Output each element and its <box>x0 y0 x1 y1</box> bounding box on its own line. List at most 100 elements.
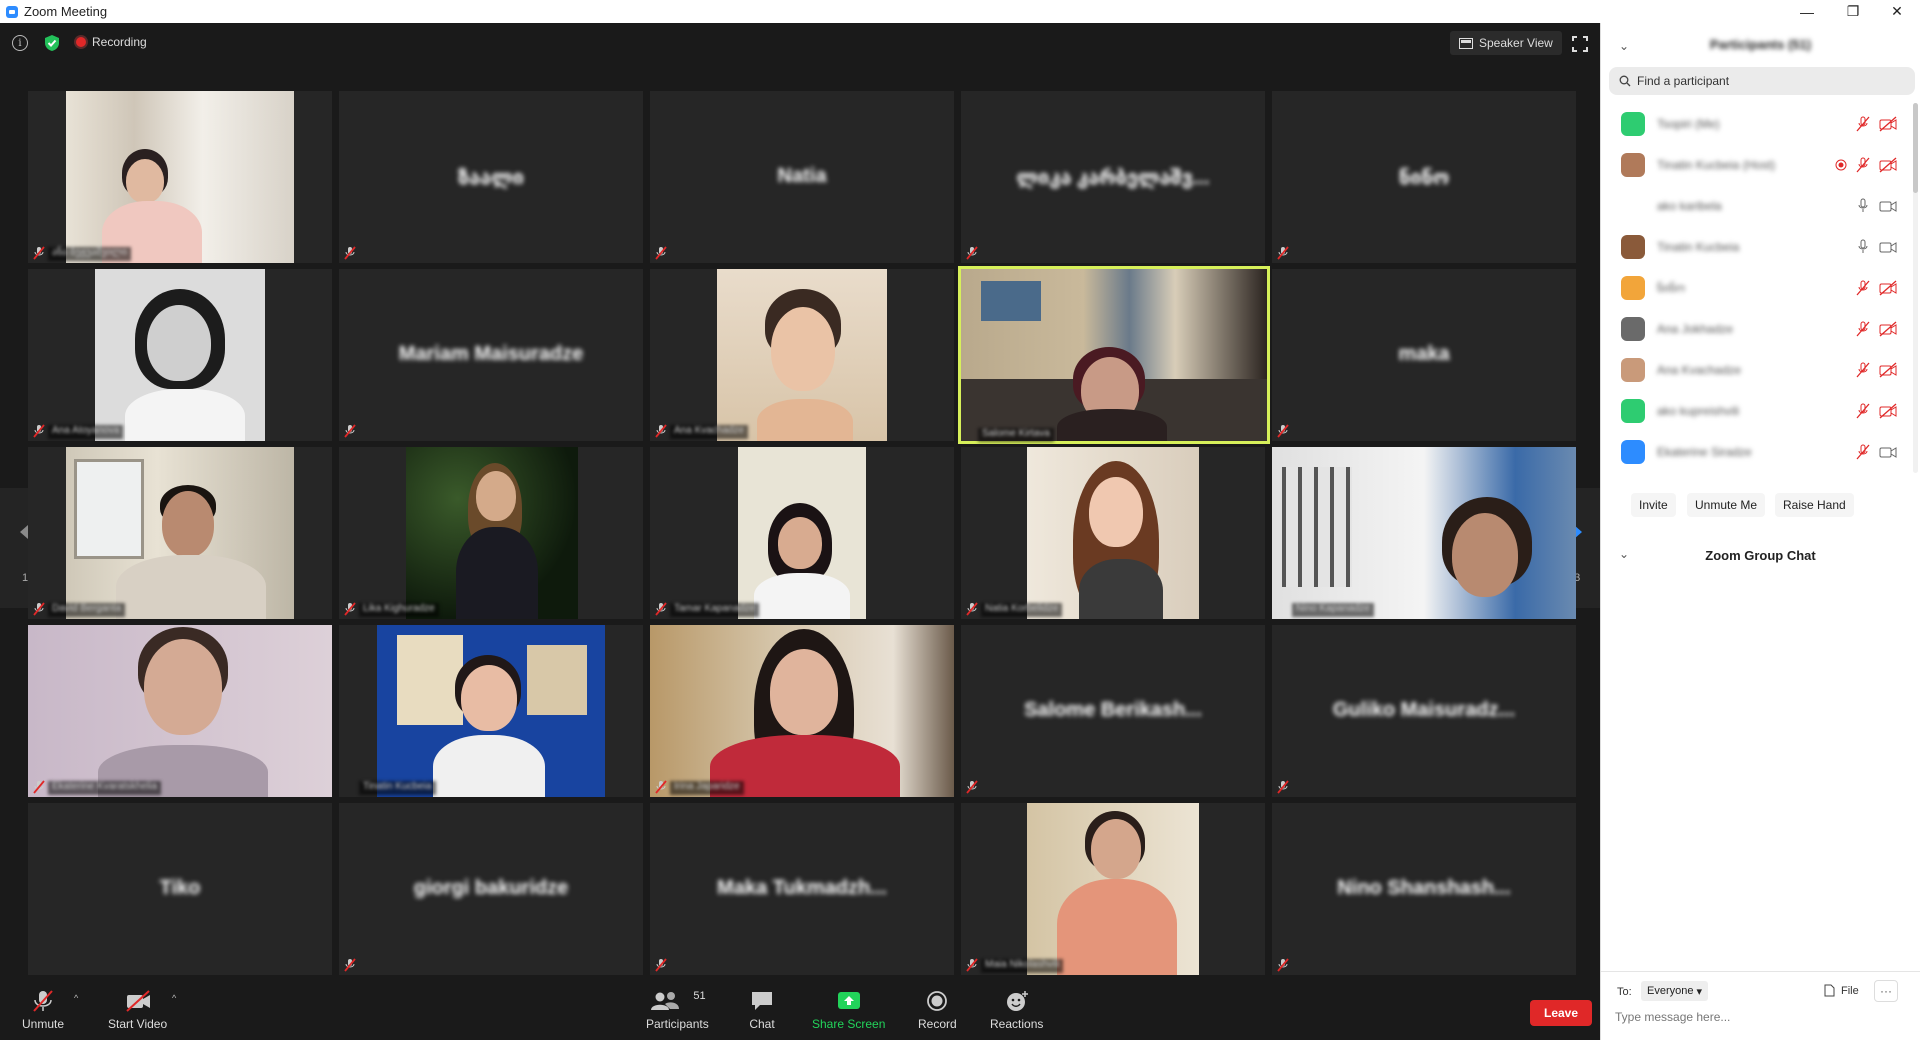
video-tile[interactable]: ნინო <box>1272 91 1576 263</box>
share-screen-label: Share Screen <box>812 1017 886 1031</box>
video-tile[interactable]: David Berganta <box>28 447 332 619</box>
mic-muted-icon <box>655 780 667 794</box>
participants-count: 51 <box>693 990 706 1002</box>
invite-button[interactable]: Invite <box>1631 493 1676 517</box>
video-tile[interactable]: ლიკა კარბელაშვ... <box>961 91 1265 263</box>
video-tile[interactable]: Mariam Maisuradze <box>339 269 643 441</box>
video-tile[interactable]: Tiko <box>28 803 332 975</box>
participant-row[interactable]: Ana Jokhadze <box>1601 308 1907 349</box>
close-button[interactable]: ✕ <box>1874 0 1920 23</box>
chat-button[interactable]: Chat <box>748 990 776 1031</box>
participant-name-tag: Tinatin Kucbeia <box>359 781 436 795</box>
participant-row[interactable]: Tinatin Kucbeia (Host) <box>1601 144 1907 185</box>
more-options-button[interactable]: ··· <box>1874 980 1898 1002</box>
video-tile[interactable]: Guliko Maisuradz... <box>1272 625 1576 797</box>
raise-hand-button[interactable]: Raise Hand <box>1775 493 1854 517</box>
video-icon[interactable] <box>1879 239 1897 255</box>
video-tile[interactable]: Ana Kvachadze <box>650 269 954 441</box>
mic-muted-icon[interactable] <box>1855 362 1871 378</box>
video-tile[interactable]: Tamar Kapanadze <box>650 447 954 619</box>
recipient-dropdown[interactable]: Everyone ▾ <box>1641 981 1709 1001</box>
participant-search[interactable] <box>1609 67 1915 95</box>
participant-row[interactable]: ako karibela <box>1601 185 1907 226</box>
file-button[interactable]: File <box>1824 984 1859 997</box>
message-input[interactable] <box>1615 1010 1905 1024</box>
search-input[interactable] <box>1637 74 1897 88</box>
participant-row[interactable]: Tinatin Kucbeia <box>1601 226 1907 267</box>
mic-muted-icon[interactable] <box>1855 157 1871 173</box>
video-off-icon[interactable] <box>1879 116 1897 132</box>
video-tile[interactable]: Nino Kapanadze <box>1272 447 1576 619</box>
recording-dot-icon <box>1835 159 1847 170</box>
audio-options-caret-icon[interactable]: ^ <box>74 993 78 1003</box>
participants-panel: ⌄ Participants (51) Tsopiri (Me) Tinatin… <box>1600 23 1920 1040</box>
video-tile[interactable]: Ana Atoyanova <box>28 269 332 441</box>
mic-muted-icon[interactable] <box>1855 403 1871 419</box>
scrollbar-thumb[interactable] <box>1913 103 1918 193</box>
participant-row[interactable]: ako kupreishvili <box>1601 390 1907 431</box>
participant-name: Tiko <box>159 877 201 899</box>
window-titlebar: Zoom Meeting — ❐ ✕ <box>0 0 1920 23</box>
start-video-button[interactable]: Start Video <box>108 990 167 1031</box>
mic-icon[interactable] <box>1855 239 1871 255</box>
participant-list-name: Tinatin Kucbeia <box>1657 239 1740 254</box>
participant-list-name: ნინო <box>1657 280 1686 295</box>
participant-video <box>1272 447 1576 619</box>
video-tile[interactable]: ანა ბეჟუაშვილი <box>28 91 332 263</box>
reactions-button[interactable]: Reactions <box>990 990 1043 1031</box>
recording-indicator[interactable]: Recording <box>76 35 147 49</box>
participant-row[interactable]: Tsopiri (Me) <box>1601 103 1907 144</box>
video-tile[interactable]: Natia Korbelidze <box>961 447 1265 619</box>
info-icon[interactable]: i <box>12 35 28 51</box>
video-tile[interactable]: Tinatin Kucbeia <box>339 625 643 797</box>
file-icon <box>1824 984 1835 997</box>
mic-muted-icon[interactable] <box>1855 116 1871 132</box>
mic-muted-icon <box>344 424 356 438</box>
active-speaker-tile[interactable]: Salome Kirtava <box>958 266 1270 444</box>
participant-video <box>717 269 887 441</box>
video-tile[interactable]: Maia Nikolashvili <box>961 803 1265 975</box>
minimize-button[interactable]: — <box>1784 0 1830 23</box>
participant-row[interactable]: Ekaterine Siradze <box>1601 431 1907 472</box>
video-options-caret-icon[interactable]: ^ <box>172 993 176 1003</box>
video-off-icon[interactable] <box>1879 403 1897 419</box>
mic-muted-icon <box>655 958 667 972</box>
video-off-icon[interactable] <box>1879 362 1897 378</box>
unmute-button[interactable]: Unmute <box>22 990 64 1031</box>
video-tile[interactable]: Ekaterine Kvaratskhelia <box>28 625 332 797</box>
participant-name-tag: Maia Nikolashvili <box>981 959 1064 973</box>
mic-muted-icon <box>344 246 356 260</box>
video-tile[interactable]: Natia <box>650 91 954 263</box>
video-tile[interactable]: Irina Japaridze <box>650 625 954 797</box>
video-icon[interactable] <box>1879 198 1897 214</box>
mic-muted-icon[interactable] <box>1855 444 1871 460</box>
video-tile[interactable]: Maka Tukmadzh... <box>650 803 954 975</box>
record-button[interactable]: Record <box>918 990 957 1031</box>
video-off-icon[interactable] <box>1879 321 1897 337</box>
share-screen-button[interactable]: Share Screen <box>812 990 885 1031</box>
video-tile[interactable]: ზაალი <box>339 91 643 263</box>
video-icon[interactable] <box>1879 444 1897 460</box>
participants-button[interactable]: 51 Participants <box>646 990 709 1031</box>
leave-button[interactable]: Leave <box>1530 1000 1592 1026</box>
video-off-icon[interactable] <box>1879 280 1897 296</box>
participant-name-tag: Natia Korbelidze <box>981 603 1063 617</box>
speaker-view-button[interactable]: Speaker View <box>1450 31 1562 55</box>
video-tile[interactable]: giorgi bakuridze <box>339 803 643 975</box>
mic-muted-icon[interactable] <box>1855 280 1871 296</box>
unmute-me-button[interactable]: Unmute Me <box>1687 493 1766 517</box>
video-tile[interactable]: maka <box>1272 269 1576 441</box>
participant-row[interactable]: Ana Kvachadze <box>1601 349 1907 390</box>
fullscreen-icon[interactable] <box>1572 36 1588 52</box>
mic-muted-icon[interactable] <box>1855 321 1871 337</box>
restore-button[interactable]: ❐ <box>1830 0 1876 23</box>
video-tile[interactable]: Lika Kighuradze <box>339 447 643 619</box>
mic-muted-icon <box>33 246 45 260</box>
video-off-icon[interactable] <box>1879 157 1897 173</box>
encryption-shield-icon[interactable] <box>44 34 60 52</box>
video-tile[interactable]: Nino Shanshash... <box>1272 803 1576 975</box>
mic-muted-icon <box>655 602 667 616</box>
participant-row[interactable]: ნინო <box>1601 267 1907 308</box>
mic-icon[interactable] <box>1855 198 1871 214</box>
video-tile[interactable]: Salome Berikash... <box>961 625 1265 797</box>
